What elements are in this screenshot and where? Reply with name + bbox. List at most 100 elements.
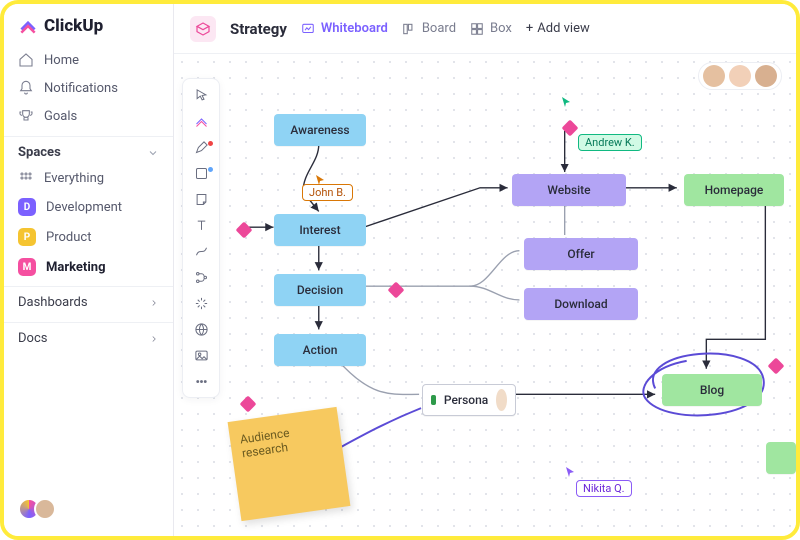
connector-handle[interactable]	[562, 120, 579, 137]
section-title: Spaces	[18, 145, 61, 160]
node-blog[interactable]: Blog	[662, 374, 762, 406]
sidebar-space-development[interactable]: D Development	[4, 192, 173, 222]
cursor-icon	[560, 94, 572, 110]
space-icon	[190, 16, 216, 42]
cursor-icon	[314, 172, 326, 188]
collaborator-avatars[interactable]	[698, 62, 782, 90]
node-label: Awareness	[290, 123, 349, 137]
sidebar-item-label: Docs	[18, 331, 47, 346]
tool-shape[interactable]	[188, 163, 214, 183]
pen-icon	[194, 140, 209, 155]
tool-more[interactable]	[188, 371, 214, 391]
sidebar-item-label: Everything	[44, 171, 104, 186]
clickup-icon	[194, 114, 209, 129]
tool-pen[interactable]	[188, 137, 214, 157]
sidebar-presence	[4, 490, 173, 528]
node-offer[interactable]: Offer	[524, 238, 638, 270]
node-persona[interactable]: Persona	[422, 384, 516, 416]
node-label: Persona	[444, 393, 488, 407]
tab-label: Whiteboard	[321, 21, 388, 36]
branch-icon	[194, 270, 209, 285]
connector-handle[interactable]	[236, 222, 253, 239]
node-label: Interest	[299, 223, 340, 237]
board-icon	[402, 22, 416, 36]
sidebar-item-label: Marketing	[46, 260, 106, 275]
plus-icon: +	[526, 21, 533, 36]
trophy-icon	[18, 108, 34, 124]
add-view-button[interactable]: + Add view	[526, 21, 590, 36]
avatar[interactable]	[34, 498, 56, 520]
avatar[interactable]	[755, 65, 777, 87]
tool-globe[interactable]	[188, 319, 214, 339]
node-download[interactable]: Download	[524, 288, 638, 320]
sidebar-item-docs[interactable]: Docs	[4, 322, 173, 354]
tab-label: Board	[422, 21, 456, 36]
node-awareness[interactable]: Awareness	[274, 114, 366, 146]
connector-handle[interactable]	[240, 396, 257, 413]
tool-note[interactable]	[188, 189, 214, 209]
tool-magic[interactable]	[188, 293, 214, 313]
box-icon	[470, 22, 484, 36]
sidebar-item-label: Home	[44, 53, 79, 68]
tab-label: Box	[490, 21, 512, 36]
square-icon	[194, 166, 209, 181]
magic-icon	[194, 296, 209, 311]
node-decision[interactable]: Decision	[274, 274, 366, 306]
note-icon	[194, 192, 209, 207]
connector-handle[interactable]	[768, 358, 785, 375]
space-swatch: M	[18, 258, 36, 276]
user-tag-nikita: Nikita Q.	[576, 480, 632, 497]
app-logo: ClickUp	[4, 16, 173, 46]
sidebar-item-label: Goals	[44, 109, 77, 124]
avatar[interactable]	[729, 65, 751, 87]
tool-clickup[interactable]	[188, 111, 214, 131]
sidebar-item-label: Development	[46, 200, 122, 215]
sidebar-item-everything[interactable]: Everything	[4, 164, 173, 192]
sidebar-space-marketing[interactable]: M Marketing	[4, 252, 173, 282]
image-icon	[194, 348, 209, 363]
tool-text[interactable]	[188, 215, 214, 235]
tool-pointer[interactable]	[188, 85, 214, 105]
tab-whiteboard[interactable]: Whiteboard	[301, 21, 388, 36]
tool-palette	[182, 78, 220, 398]
tab-box[interactable]: Box	[470, 21, 512, 36]
sidebar-section-spaces[interactable]: Spaces	[4, 136, 173, 164]
chevron-down-icon	[147, 147, 159, 159]
topbar: Strategy Whiteboard Board Box + Add view	[174, 4, 796, 54]
sidebar-space-product[interactable]: P Product	[4, 222, 173, 252]
cursor-icon	[564, 464, 576, 480]
pointer-icon	[194, 88, 209, 103]
node-homepage[interactable]: Homepage	[684, 174, 784, 206]
node-label: Offer	[567, 247, 594, 261]
whiteboard-canvas[interactable]: Awareness Interest Decision Action Websi…	[174, 54, 796, 536]
sidebar-item-home[interactable]: Home	[4, 46, 173, 74]
text-icon	[194, 218, 209, 233]
sticky-note[interactable]: Audience research	[228, 407, 351, 521]
avatar[interactable]	[703, 65, 725, 87]
node-action[interactable]: Action	[274, 334, 366, 366]
node-interest[interactable]: Interest	[274, 214, 366, 246]
sidebar-item-dashboards[interactable]: Dashboards	[4, 286, 173, 318]
sidebar-item-label: Product	[46, 230, 91, 245]
space-swatch: D	[18, 198, 36, 216]
chevron-right-icon	[149, 334, 159, 344]
tool-image[interactable]	[188, 345, 214, 365]
sidebar-item-notifications[interactable]: Notifications	[4, 74, 173, 102]
add-view-label: Add view	[537, 21, 590, 36]
tool-connector[interactable]	[188, 241, 214, 261]
app-name: ClickUp	[44, 16, 103, 36]
space-swatch: P	[18, 228, 36, 246]
home-icon	[18, 52, 34, 68]
tool-branch[interactable]	[188, 267, 214, 287]
connector-handle[interactable]	[388, 282, 405, 299]
node-website[interactable]: Website	[512, 174, 626, 206]
sidebar-item-goals[interactable]: Goals	[4, 102, 173, 130]
tab-board[interactable]: Board	[402, 21, 456, 36]
avatar	[496, 389, 507, 411]
sidebar: ClickUp Home Notifications Goals Spaces …	[4, 4, 174, 536]
node-extra[interactable]	[766, 442, 796, 474]
node-label: Website	[547, 183, 590, 197]
user-tag-john: John B.	[302, 184, 353, 201]
chevron-right-icon	[149, 298, 159, 308]
bell-icon	[18, 80, 34, 96]
